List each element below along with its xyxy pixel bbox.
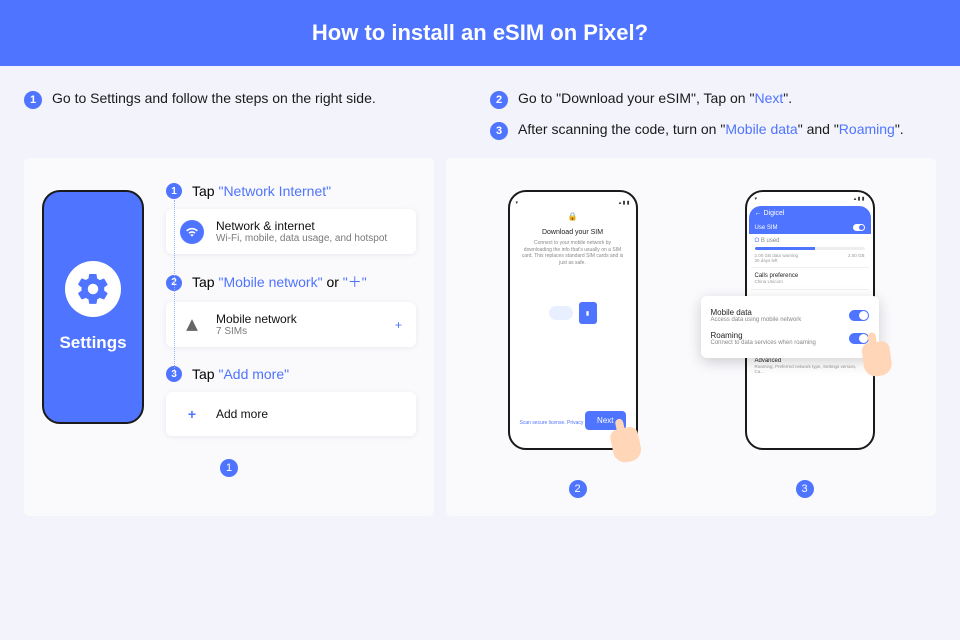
settings-label: Settings [59, 333, 126, 353]
carrier-header: ← Digicel [749, 206, 871, 221]
bullet-number: 3 [490, 122, 508, 140]
sim-icon: ▮ [579, 302, 597, 324]
card-subtitle: 7 SIMs [216, 326, 297, 337]
plus-icon[interactable]: + [395, 318, 402, 332]
panels-row: Settings 1 Tap "Network Internet" Networ… [0, 152, 960, 540]
card-title: Mobile network [216, 312, 297, 326]
intro-right: 2 Go to "Download your eSIM", Tap on "Ne… [490, 90, 936, 152]
highlight-mobile-data: Mobile data [725, 121, 797, 137]
intro-row: 1 Go to Settings and follow the steps on… [0, 66, 960, 152]
sim-illustration: ▮ [516, 302, 630, 324]
intro-bullet-1: 1 Go to Settings and follow the steps on… [24, 90, 470, 109]
toggle-on-icon[interactable] [849, 333, 869, 344]
add-more-card[interactable]: + Add more [166, 392, 416, 436]
panel-badge-3: 3 [796, 480, 814, 498]
steps-column: 1 Tap "Network Internet" Network & inter… [166, 182, 416, 436]
panel-right: ▾▴ ▮ ▮ 🔒 Download your SIM Connect to yo… [446, 158, 936, 516]
highlight-next: Next [754, 90, 783, 106]
download-sim-phone: ▾▴ ▮ ▮ 🔒 Download your SIM Connect to yo… [508, 190, 638, 450]
wifi-icon [180, 220, 204, 244]
bullet-text: Go to "Download your eSIM", Tap on "Next… [518, 90, 792, 106]
card-title: Network & internet [216, 219, 387, 233]
cloud-icon [549, 306, 573, 320]
calls-preference-row[interactable]: Calls preference China Unicom [751, 268, 869, 290]
toggle-icon[interactable] [853, 224, 865, 231]
gear-icon [65, 261, 121, 317]
toggles-popup: Mobile data Access data using mobile net… [701, 296, 879, 358]
card-subtitle: Wi-Fi, mobile, data usage, and hotspot [216, 233, 387, 244]
step-connector [174, 200, 175, 376]
hand-pointer-icon [608, 425, 642, 464]
step-3: 3 Tap "Add more" + Add more [166, 365, 416, 436]
lock-icon: 🔒 [516, 212, 630, 221]
intro-bullet-3: 3 After scanning the code, turn on "Mobi… [490, 121, 936, 140]
settings-phone: Settings [42, 190, 144, 424]
step-2: 2 Tap "Mobile network" or "＋" Mobile net… [166, 272, 416, 347]
data-usage-section: O B used 2.00 GB data warning2.00 GB 30 … [751, 234, 869, 268]
signal-icon [180, 313, 204, 337]
bullet-text: Go to Settings and follow the steps on t… [52, 90, 376, 106]
intro-bullet-2: 2 Go to "Download your eSIM", Tap on "Ne… [490, 90, 936, 109]
header: How to install an eSIM on Pixel? [0, 0, 960, 66]
panel-badge-2: 2 [569, 480, 587, 498]
highlight-roaming: Roaming [839, 121, 895, 137]
panel-badge-1: 1 [220, 459, 238, 477]
mobile-network-card[interactable]: Mobile network 7 SIMs + [166, 302, 416, 347]
bullet-text: After scanning the code, turn on "Mobile… [518, 121, 904, 137]
bullet-number: 2 [490, 91, 508, 109]
learn-link[interactable]: Scan secure license. Privacy path [520, 420, 595, 426]
toggle-on-icon[interactable] [849, 310, 869, 321]
download-subtitle: Connect to your mobile network by downlo… [516, 240, 630, 266]
download-title: Download your SIM [516, 229, 630, 236]
mobile-data-row[interactable]: Mobile data Access data using mobile net… [711, 304, 869, 327]
step-1: 1 Tap "Network Internet" Network & inter… [166, 182, 416, 254]
status-bar: ▾▴ ▮ ▮ [516, 200, 630, 206]
bullet-number: 1 [24, 91, 42, 109]
plus-icon: + [180, 402, 204, 426]
roaming-row[interactable]: Roaming Connect to data services when ro… [711, 327, 869, 350]
card-title: Add more [216, 407, 268, 421]
page-title: How to install an eSIM on Pixel? [312, 20, 648, 46]
network-internet-card[interactable]: Network & internet Wi-Fi, mobile, data u… [166, 209, 416, 254]
use-sim-row[interactable]: Use SIM [749, 221, 871, 234]
intro-left: 1 Go to Settings and follow the steps on… [24, 90, 470, 152]
panel-left: Settings 1 Tap "Network Internet" Networ… [24, 158, 434, 516]
status-bar: ▾▴ ▮ ▮ [751, 196, 869, 202]
step-number: 1 [166, 183, 182, 199]
